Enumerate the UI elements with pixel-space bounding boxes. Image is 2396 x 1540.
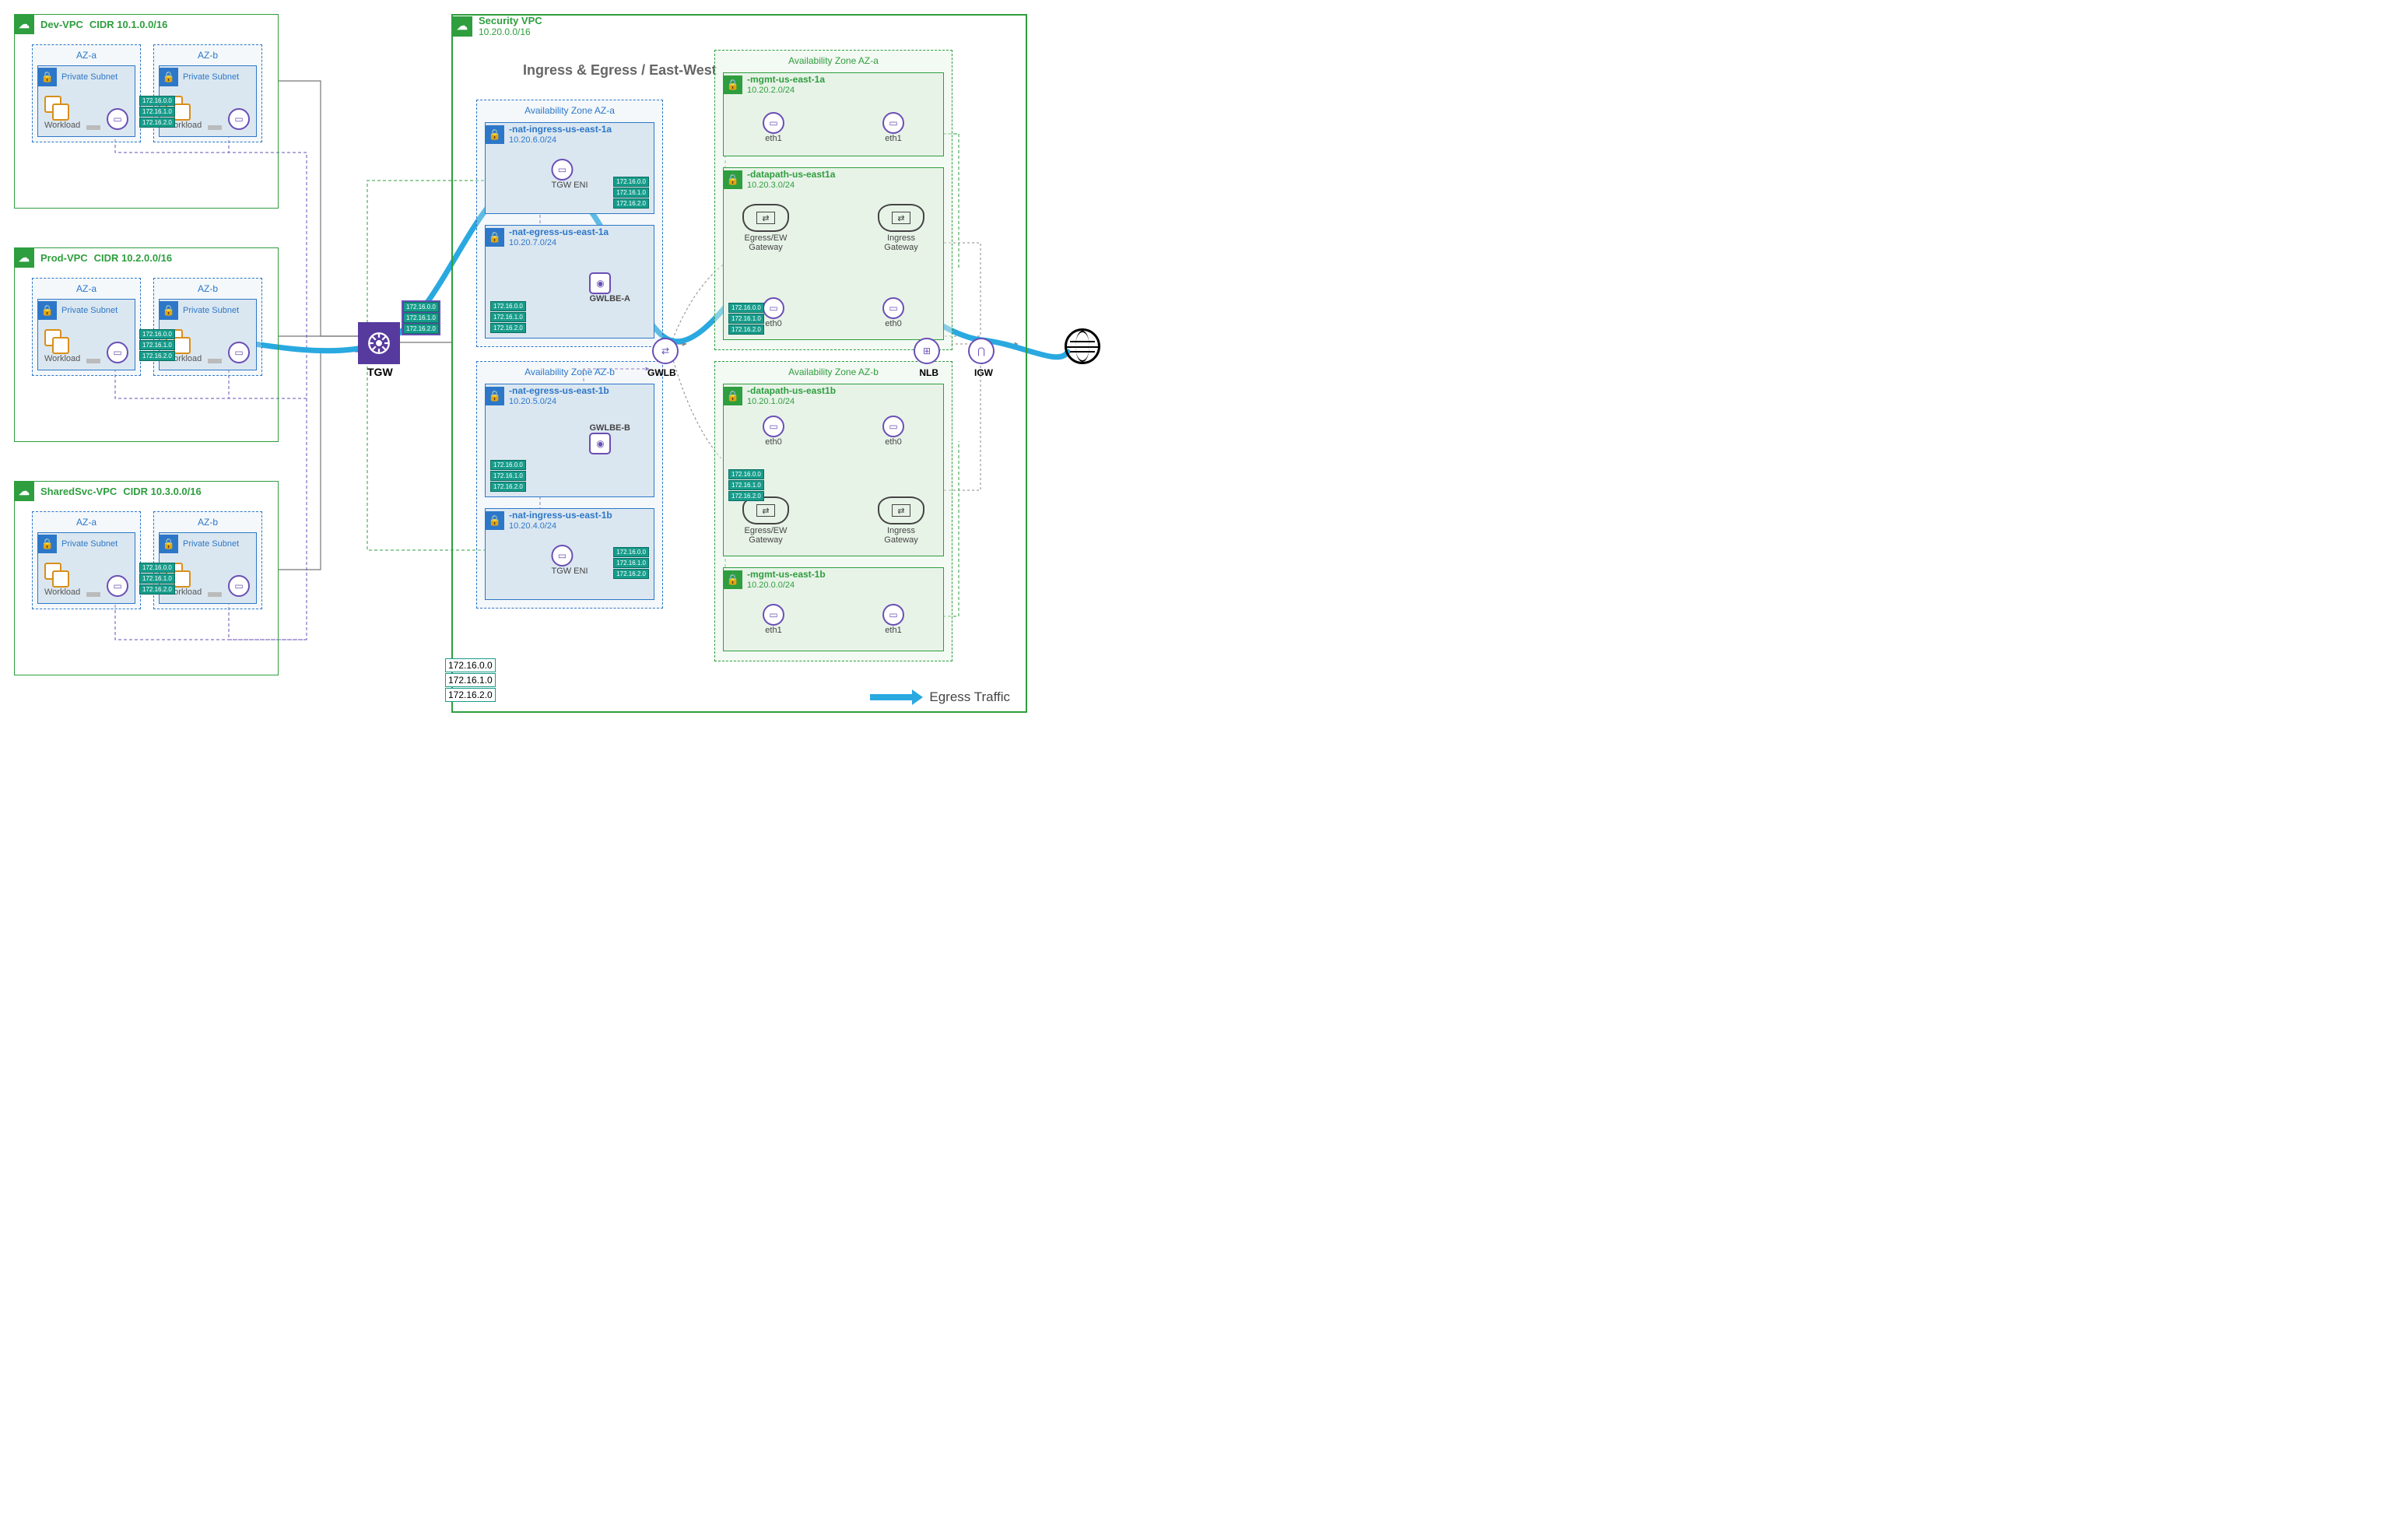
egress-gateway-icon (742, 204, 789, 232)
lock-icon: 🔒 (38, 301, 57, 320)
eni-icon: ▭ (107, 108, 128, 130)
lock-icon: 🔒 (486, 387, 504, 405)
route-table-tags: 172.16.0.0172.16.1.0172.16.2.0 (445, 658, 496, 702)
az-title: AZ-a (33, 50, 140, 61)
eni-icon: ▭ (228, 575, 250, 597)
gwlb-label: GWLB (647, 367, 676, 378)
lock-icon: 🔒 (486, 511, 504, 530)
vpc-name: SharedSvc-VPC (40, 486, 117, 497)
tgw-icon (358, 322, 400, 364)
eni-icon: ▭ (882, 297, 904, 319)
nic-icon (208, 125, 222, 130)
lock-icon: 🔒 (38, 68, 57, 86)
lock-icon: 🔒 (160, 535, 178, 553)
eni-icon: ▭ (763, 604, 784, 626)
egress-legend: Egress Traffic (870, 689, 1010, 705)
eni-icon: ▭ (882, 112, 904, 134)
vpc-cloud-icon: ☁ (452, 16, 472, 37)
lock-icon: 🔒 (160, 301, 178, 320)
workload-icon (44, 96, 69, 121)
dev-vpc: ☁ Dev-VPC CIDR 10.1.0.0/16 AZ-a 🔒Private… (14, 14, 279, 209)
gwlbe-icon: ◉ (589, 433, 611, 454)
sharedsvc-vpc: ☁ SharedSvc-VPC CIDR 10.3.0.0/16 AZ-a 🔒P… (14, 481, 279, 675)
gwlbe-icon: ◉ (589, 272, 611, 294)
lock-icon: 🔒 (486, 125, 504, 144)
ingress-gateway-icon (878, 204, 924, 232)
vpc-cidr: CIDR 10.2.0.0/16 (94, 252, 172, 264)
nic-icon (86, 125, 100, 130)
vpc-cidr: CIDR 10.1.0.0/16 (89, 19, 167, 30)
vpc-cidr: 10.20.0.0/16 (479, 26, 542, 37)
vpc-cidr: CIDR 10.3.0.0/16 (123, 486, 201, 497)
route-table-tags: 172.16.0.0172.16.1.0172.16.2.0 (402, 300, 440, 335)
nlb-icon: ⊞ (914, 338, 940, 364)
vpc-name: Security VPC (479, 15, 542, 26)
eni-icon: ▭ (763, 112, 784, 134)
gwlb-icon: ⇄ (652, 338, 679, 364)
route-table-tags: 172.16.0.0172.16.1.0172.16.2.0 (139, 329, 175, 361)
igw-label: IGW (974, 367, 993, 378)
tgw-label: TGW (367, 366, 393, 378)
prod-vpc: ☁ Prod-VPC CIDR 10.2.0.0/16 AZ-a 🔒Privat… (14, 247, 279, 442)
lock-icon: 🔒 (486, 228, 504, 247)
workload-icon (44, 329, 69, 354)
vpc-cloud-icon: ☁ (14, 481, 34, 501)
eni-icon: ▭ (228, 342, 250, 363)
lock-icon: 🔒 (724, 387, 742, 405)
az-title: AZ-b (154, 50, 261, 61)
lock-icon: 🔒 (724, 570, 742, 589)
eni-icon: ▭ (107, 342, 128, 363)
route-table-tags: 172.16.0.0172.16.1.0172.16.2.0 (139, 96, 175, 128)
security-vpc: ☁ Security VPC 10.20.0.0/16 Ingress & Eg… (451, 14, 1027, 713)
tgw-eni-icon: ▭ (551, 159, 573, 181)
lock-icon: 🔒 (724, 75, 742, 94)
lock-icon: 🔒 (160, 68, 178, 86)
eni-icon: ▭ (882, 604, 904, 626)
lock-icon: 🔒 (38, 535, 57, 553)
igw-icon: ⋂ (968, 338, 995, 364)
legend-arrow-icon (870, 694, 914, 700)
vpc-cloud-icon: ☁ (14, 247, 34, 268)
diagram-canvas: ☁ Dev-VPC CIDR 10.1.0.0/16 AZ-a 🔒Private… (9, 9, 1145, 741)
vpc-name: Dev-VPC (40, 19, 83, 30)
eni-icon: ▭ (763, 297, 784, 319)
ingress-gateway-icon (878, 496, 924, 524)
vpc-cloud-icon: ☁ (14, 14, 34, 34)
lock-icon: 🔒 (724, 170, 742, 189)
nlb-label: NLB (919, 367, 938, 378)
vpc-name: Prod-VPC (40, 252, 88, 264)
internet-globe-icon (1065, 328, 1100, 364)
eni-icon: ▭ (107, 575, 128, 597)
eni-icon: ▭ (228, 108, 250, 130)
route-table-tags: 172.16.0.0172.16.1.0172.16.2.0 (139, 563, 175, 595)
tgw-eni-icon: ▭ (551, 545, 573, 567)
eni-icon: ▭ (882, 416, 904, 437)
workload-icon (44, 563, 69, 588)
eni-icon: ▭ (763, 416, 784, 437)
section-title: Ingress & Egress / East-West (523, 62, 717, 79)
